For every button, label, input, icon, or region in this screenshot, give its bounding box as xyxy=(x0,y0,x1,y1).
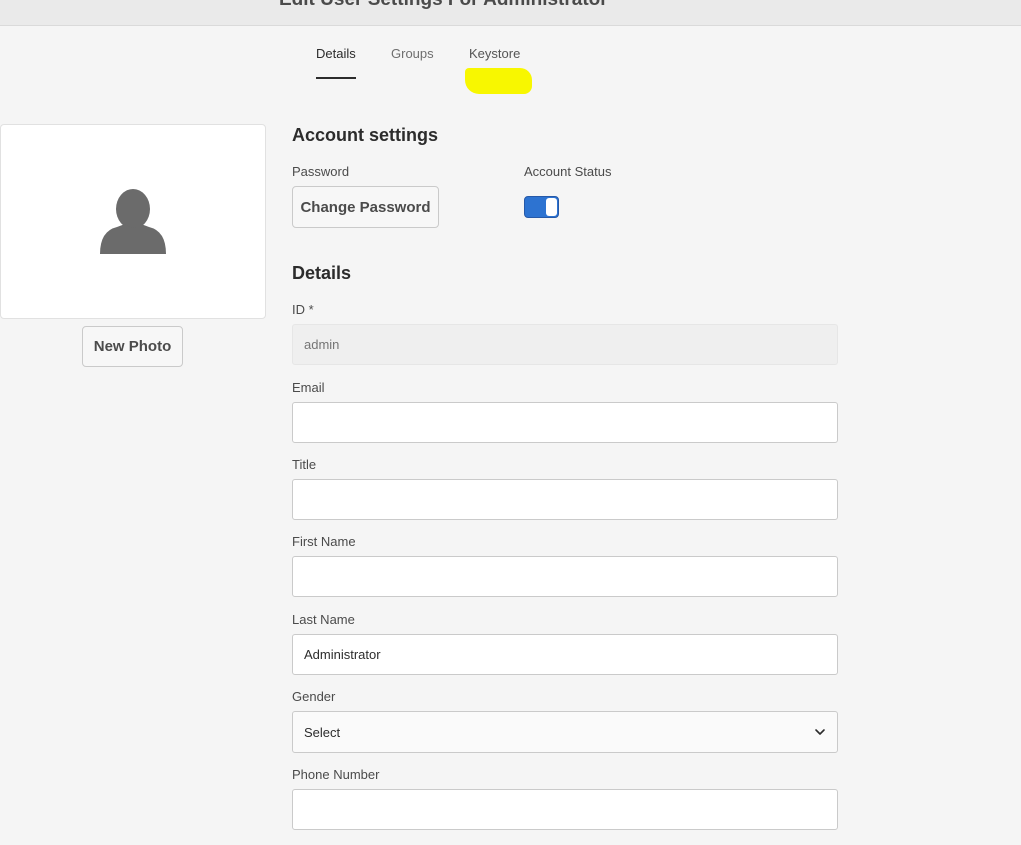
first-name-field[interactable] xyxy=(292,556,838,597)
phone-number-label: Phone Number xyxy=(292,767,380,782)
details-heading: Details xyxy=(292,263,352,283)
id-label: ID * xyxy=(292,302,314,317)
first-name-label: First Name xyxy=(292,534,356,549)
tab-bar: Details Groups Keystore xyxy=(0,26,1021,94)
last-name-label: Last Name xyxy=(292,612,355,627)
email-field[interactable] xyxy=(292,402,838,443)
gender-label: Gender xyxy=(292,689,336,704)
tab-groups[interactable]: Groups xyxy=(391,46,434,77)
password-label: Password xyxy=(292,164,350,179)
gender-selected-value: Select xyxy=(304,724,341,740)
profile-photo-card xyxy=(0,124,266,319)
phone-number-field[interactable] xyxy=(292,789,838,830)
title-field[interactable] xyxy=(292,479,838,520)
tab-keystore[interactable]: Keystore xyxy=(469,46,520,77)
change-password-button[interactable]: Change Password xyxy=(292,186,439,228)
new-photo-button[interactable]: New Photo xyxy=(82,326,183,367)
account-status-label: Account Status xyxy=(524,164,612,179)
id-field xyxy=(292,324,838,365)
gender-select[interactable]: Select xyxy=(292,711,838,753)
account-settings-heading: Account settings xyxy=(292,125,439,145)
chevron-down-icon xyxy=(815,729,825,735)
title-label: Title xyxy=(292,457,317,472)
account-status-toggle[interactable] xyxy=(524,196,559,218)
email-label: Email xyxy=(292,380,325,395)
last-name-field[interactable] xyxy=(292,634,838,675)
user-silhouette-icon xyxy=(100,189,166,254)
page-header: Edit User Settings For Administrator xyxy=(0,0,1021,26)
page-title: Edit User Settings For Administrator xyxy=(279,0,608,11)
tab-details[interactable]: Details xyxy=(316,46,356,79)
toggle-knob xyxy=(546,198,557,216)
